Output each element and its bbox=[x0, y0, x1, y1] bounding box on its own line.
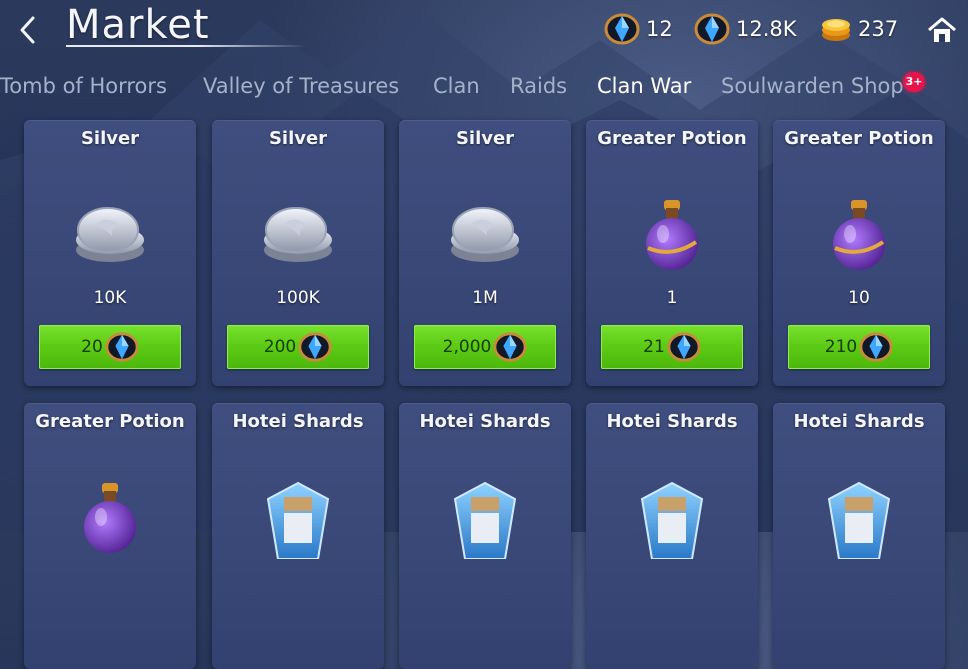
tab-raids[interactable]: Raids bbox=[510, 74, 567, 98]
soul-gem-icon bbox=[105, 332, 139, 362]
soul-gem-icon bbox=[859, 332, 893, 362]
home-icon bbox=[928, 17, 956, 42]
shop-item-card[interactable]: Greater Potion 1 21 bbox=[586, 120, 758, 386]
shop-item-card[interactable]: Hotei Shards bbox=[399, 403, 571, 669]
item-quantity: 10 bbox=[848, 288, 870, 308]
item-name: Silver bbox=[268, 128, 328, 149]
item-name: Greater Potion bbox=[784, 128, 934, 149]
item-name: Hotei Shards bbox=[232, 411, 364, 432]
potion-icon bbox=[84, 483, 136, 553]
buy-button[interactable]: 210 bbox=[788, 325, 930, 369]
item-name: Silver bbox=[80, 128, 140, 149]
shop-item-card[interactable]: Hotei Shards bbox=[586, 403, 758, 669]
item-name: Silver bbox=[455, 128, 515, 149]
soul-gem-icon bbox=[667, 332, 701, 362]
item-name: Hotei Shards bbox=[793, 411, 925, 432]
buy-button[interactable]: 21 bbox=[601, 325, 743, 369]
chevron-left-icon bbox=[20, 16, 35, 44]
soul-gem-icon bbox=[694, 13, 730, 45]
item-quantity: 1 bbox=[666, 288, 678, 308]
shop-item-card[interactable]: Silver 1M 2,000 bbox=[399, 120, 571, 386]
price-label: 21 bbox=[643, 337, 665, 357]
buy-button[interactable]: 20 bbox=[39, 325, 181, 369]
currency-gem[interactable]: 12.8K bbox=[694, 12, 797, 46]
currency-gold[interactable]: 237 bbox=[820, 12, 898, 46]
silver-coins-icon bbox=[76, 207, 144, 262]
soul-gem-icon bbox=[298, 332, 332, 362]
buy-button[interactable]: 2,000 bbox=[414, 325, 556, 369]
item-quantity: 10K bbox=[93, 288, 127, 308]
tab-soulwarden-shop[interactable]: Soulwarden Shop bbox=[721, 74, 904, 98]
price-label: 200 bbox=[263, 337, 297, 357]
item-name: Greater Potion bbox=[35, 411, 185, 432]
shop-item-card[interactable]: Hotei Shards bbox=[773, 403, 945, 669]
shop-item-card[interactable]: Greater Potion 10 210 bbox=[773, 120, 945, 386]
shop-item-card[interactable]: Hotei Shards bbox=[212, 403, 384, 669]
silver-coins-icon bbox=[264, 207, 332, 262]
shop-item-card[interactable]: Silver 10K 20 bbox=[24, 120, 196, 386]
hotei-shard-icon bbox=[266, 481, 330, 559]
page-title: Market bbox=[66, 2, 210, 48]
potion-icon bbox=[833, 200, 885, 270]
hotei-shard-icon bbox=[640, 481, 704, 559]
home-button[interactable] bbox=[926, 16, 958, 44]
shop-item-card[interactable]: Greater Potion bbox=[24, 403, 196, 669]
currency-gem-small[interactable]: 12 bbox=[604, 12, 673, 46]
tab-clan-war[interactable]: Clan War bbox=[597, 74, 691, 98]
back-button[interactable] bbox=[12, 14, 44, 46]
potion-icon bbox=[646, 200, 698, 270]
tab-tomb-of-horrors[interactable]: Tomb of Horrors bbox=[0, 74, 167, 98]
shop-item-card[interactable]: Silver 100K 200 bbox=[212, 120, 384, 386]
silver-coins-icon bbox=[451, 207, 519, 262]
price-label: 20 bbox=[81, 337, 103, 357]
soul-gem-icon bbox=[604, 13, 640, 45]
currency-value: 12 bbox=[646, 17, 673, 41]
item-quantity: 1M bbox=[472, 288, 498, 308]
hotei-shard-icon bbox=[827, 481, 891, 559]
price-label: 2,000 bbox=[442, 337, 492, 357]
item-name: Hotei Shards bbox=[606, 411, 738, 432]
soul-gem-icon bbox=[493, 332, 527, 362]
currency-value: 12.8K bbox=[736, 17, 797, 41]
gold-coins-icon bbox=[822, 19, 850, 41]
item-name: Hotei Shards bbox=[419, 411, 551, 432]
hotei-shard-icon bbox=[453, 481, 517, 559]
currency-value: 237 bbox=[858, 17, 899, 41]
tab-clan[interactable]: Clan bbox=[433, 74, 480, 98]
tab-valley-of-treasures[interactable]: Valley of Treasures bbox=[203, 74, 399, 98]
notification-badge: 3+ bbox=[903, 72, 925, 92]
item-quantity: 100K bbox=[276, 288, 320, 308]
title-underline bbox=[66, 45, 306, 47]
buy-button[interactable]: 200 bbox=[227, 325, 369, 369]
item-name: Greater Potion bbox=[597, 128, 747, 149]
price-label: 210 bbox=[824, 337, 858, 357]
